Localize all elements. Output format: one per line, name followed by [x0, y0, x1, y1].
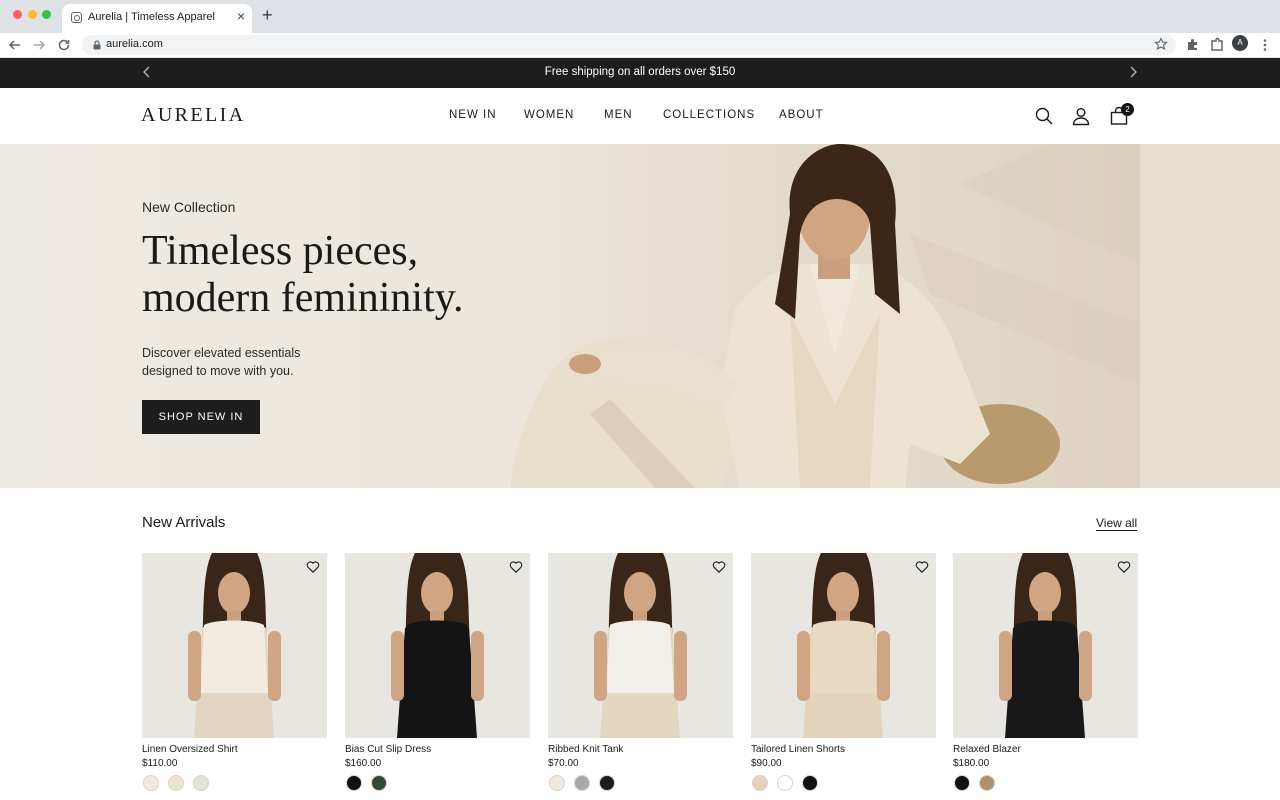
announcement-text: Free shipping on all orders over $150 [544, 66, 736, 78]
reload-icon[interactable] [56, 37, 72, 53]
browser-tab[interactable]: Aurelia | Timeless Apparel × [62, 4, 252, 33]
hero-title-line-1: Timeless pieces, [142, 228, 419, 274]
color-swatch[interactable] [574, 775, 590, 791]
product-price: $160.00 [345, 758, 382, 769]
favicon-icon [71, 12, 82, 23]
site-header: AURELIA NEW IN WOMEN MEN COLLECTIONS ABO… [0, 88, 1280, 144]
color-swatch[interactable] [346, 775, 362, 791]
back-icon[interactable] [7, 37, 23, 53]
user-icon[interactable] [1071, 106, 1091, 126]
window-close-button[interactable] [13, 10, 22, 19]
search-icon[interactable] [1034, 106, 1054, 126]
address-bar[interactable]: aurelia.com [82, 35, 1176, 55]
color-swatch[interactable] [954, 775, 970, 791]
new-tab-icon[interactable]: + [262, 6, 273, 24]
product-image[interactable] [751, 553, 936, 738]
product-model-illustration [345, 553, 530, 738]
url-text: aurelia.com [106, 38, 163, 50]
hero-eyebrow: New Collection [142, 199, 236, 215]
hero-title-line-2: modern femininity. [142, 275, 464, 321]
nav-item-men[interactable]: MEN [604, 109, 633, 121]
menu-kebab-icon[interactable] [1257, 37, 1273, 53]
heart-icon[interactable] [712, 560, 726, 574]
color-swatch[interactable] [371, 775, 387, 791]
product-price: $90.00 [751, 758, 782, 769]
shop-new-in-button[interactable]: SHOP NEW IN [142, 400, 260, 434]
product-card[interactable]: Relaxed Blazer $180.00 [953, 553, 1138, 791]
view-all-link[interactable]: View all [1096, 516, 1137, 530]
color-swatch[interactable] [143, 775, 159, 791]
chevron-right-icon[interactable] [1127, 65, 1139, 79]
cart-count-badge: 2 [1121, 103, 1134, 116]
product-name[interactable]: Bias Cut Slip Dress [345, 744, 431, 755]
product-image[interactable] [345, 553, 530, 738]
color-swatch[interactable] [979, 775, 995, 791]
product-price: $110.00 [142, 758, 178, 769]
product-model-illustration [548, 553, 733, 738]
product-model-illustration [142, 553, 327, 738]
color-swatch[interactable] [549, 775, 565, 791]
product-price: $180.00 [953, 758, 990, 769]
product-name[interactable]: Ribbed Knit Tank [548, 744, 623, 755]
hero-subtitle-line-1: Discover elevated essentials [142, 346, 301, 360]
product-image[interactable] [548, 553, 733, 738]
forward-icon[interactable] [31, 37, 47, 53]
section-title: New Arrivals [142, 514, 226, 531]
hero-model-image [490, 144, 1140, 488]
nav-item-about[interactable]: ABOUT [779, 109, 824, 121]
product-name[interactable]: Linen Oversized Shirt [142, 744, 238, 755]
product-card[interactable]: Ribbed Knit Tank $70.00 [548, 553, 733, 791]
product-model-illustration [953, 553, 1138, 738]
product-image[interactable] [142, 553, 327, 738]
heart-icon[interactable] [915, 560, 929, 574]
heart-icon[interactable] [306, 560, 320, 574]
brand-logo[interactable]: AURELIA [141, 104, 246, 127]
product-image[interactable] [953, 553, 1138, 738]
color-swatch[interactable] [802, 775, 818, 791]
announcement-bar: Free shipping on all orders over $150 [0, 58, 1280, 88]
browser-toolbar: aurelia.com [0, 33, 1280, 58]
nav-item-women[interactable]: WOMEN [524, 109, 574, 121]
product-model-illustration [751, 553, 936, 738]
product-name[interactable]: Relaxed Blazer [953, 744, 1021, 755]
tab-close-icon[interactable]: × [237, 9, 245, 23]
extension-puzzle-icon[interactable] [1209, 37, 1225, 53]
product-price: $70.00 [548, 758, 579, 769]
color-swatch[interactable] [777, 775, 793, 791]
nav-item-collections[interactable]: COLLECTIONS [663, 109, 755, 121]
product-name[interactable]: Tailored Linen Shorts [751, 744, 845, 755]
product-card[interactable]: Bias Cut Slip Dress $160.00 [345, 553, 530, 791]
star-icon[interactable] [1154, 37, 1168, 51]
nav-item-new-in[interactable]: NEW IN [449, 109, 497, 121]
product-card[interactable]: Linen Oversized Shirt $110.00 [142, 553, 327, 791]
color-swatch[interactable] [168, 775, 184, 791]
heart-icon[interactable] [509, 560, 523, 574]
window-zoom-button[interactable] [42, 10, 51, 19]
product-card[interactable]: Tailored Linen Shorts $90.00 [751, 553, 936, 791]
color-swatch[interactable] [752, 775, 768, 791]
color-swatch[interactable] [193, 775, 209, 791]
color-swatch[interactable] [599, 775, 615, 791]
tab-title: Aurelia | Timeless Apparel [88, 11, 215, 23]
hero-banner: New Collection Timeless pieces, modern f… [0, 144, 1280, 488]
heart-icon[interactable] [1117, 560, 1131, 574]
extension-icon[interactable] [1185, 37, 1201, 53]
browser-tabstrip: Aurelia | Timeless Apparel × + [0, 0, 1280, 33]
profile-avatar[interactable]: A [1232, 35, 1248, 51]
lock-icon [93, 40, 101, 50]
hero-subtitle: Discover elevated essentials designed to… [142, 344, 342, 380]
hero-subtitle-line-2: designed to move with you. [142, 364, 294, 378]
window-minimize-button[interactable] [28, 10, 37, 19]
hero-title: Timeless pieces, modern femininity. [142, 228, 542, 322]
